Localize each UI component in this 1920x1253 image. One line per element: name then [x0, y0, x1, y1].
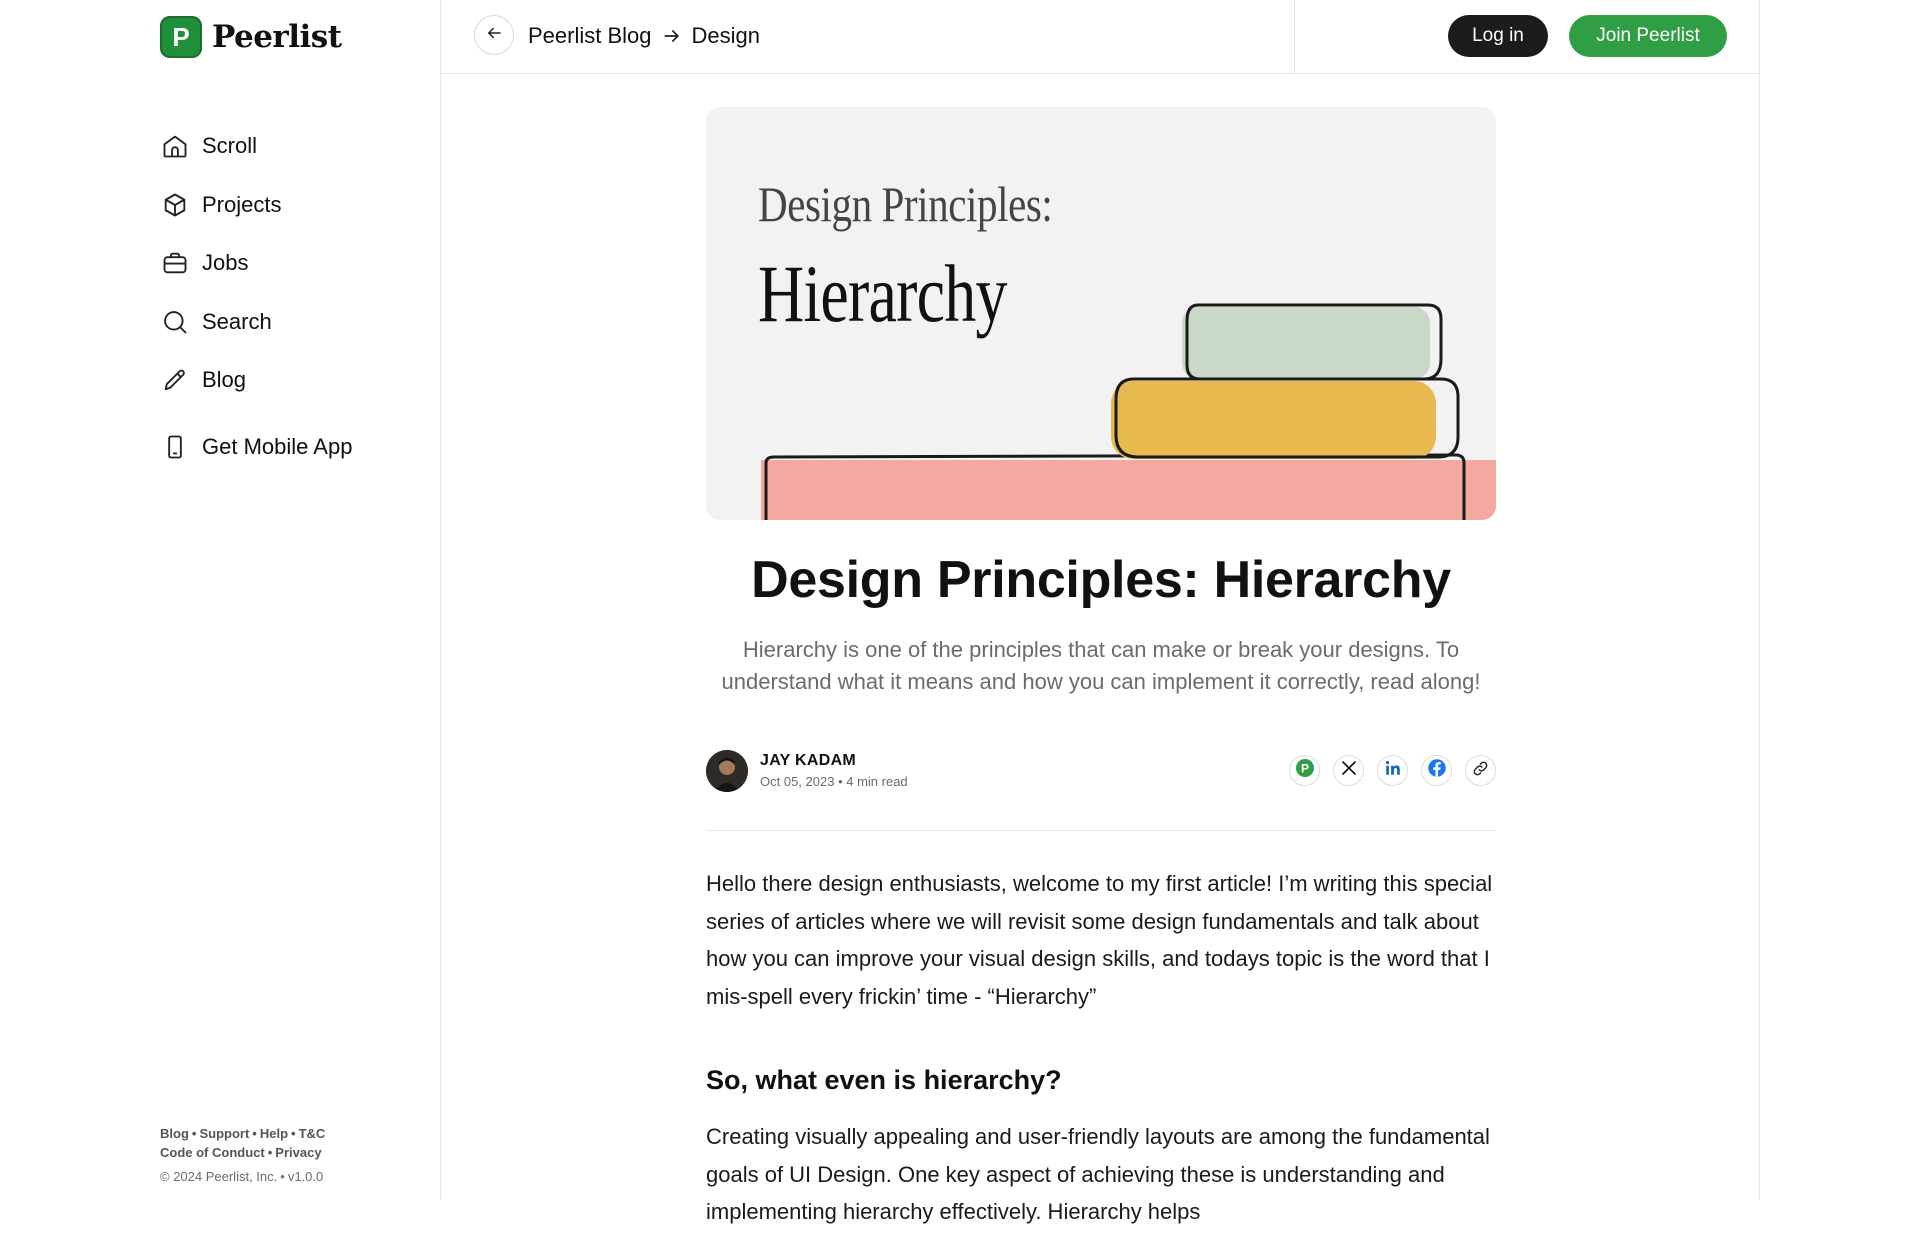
version-text: v1.0.0 — [287, 1169, 324, 1184]
footer-link-privacy[interactable]: Privacy — [275, 1145, 321, 1160]
share-linkedin-button[interactable] — [1377, 755, 1408, 786]
section-heading: So, what even is hierarchy? — [706, 1065, 1062, 1095]
search-icon — [160, 307, 190, 337]
arrow-right-icon — [662, 26, 682, 46]
sidebar-item-blog[interactable]: Blog — [160, 351, 352, 410]
footer-link-code-of-conduct[interactable]: Code of Conduct — [160, 1145, 265, 1160]
peerlist-logo-icon: P — [160, 16, 202, 58]
hero-line-2: Hierarchy — [758, 248, 1007, 339]
article-date: Oct 05, 2023 • 4 min read — [760, 774, 908, 789]
join-peerlist-button[interactable]: Join Peerlist — [1569, 15, 1727, 57]
header-divider — [1294, 0, 1295, 74]
sidebar-nav: Scroll Projects Jobs Search Blog Get Mob… — [160, 117, 352, 476]
article-subtitle: Hierarchy is one of the principles that … — [721, 637, 1481, 694]
sidebar-item-label: Projects — [202, 191, 282, 217]
footer-link-help[interactable]: Help — [260, 1126, 288, 1141]
home-icon — [160, 131, 190, 161]
linkedin-icon — [1384, 759, 1402, 782]
sidebar-item-projects[interactable]: Projects — [160, 176, 352, 235]
content-right-border — [1759, 0, 1760, 1200]
sidebar-item-label: Search — [202, 308, 272, 334]
breadcrumb-design[interactable]: Design — [692, 23, 760, 49]
share-peerlist-button[interactable]: P — [1289, 755, 1320, 786]
copyright-text: © 2024 Peerlist, Inc. — [160, 1169, 278, 1184]
brand-name: Peerlist — [212, 19, 342, 55]
sidebar-item-label: Get Mobile App — [202, 433, 353, 459]
meta-divider — [706, 830, 1496, 831]
author-avatar[interactable] — [706, 750, 748, 792]
sidebar-footer: Blog • Support • Help • T&C Code of Conduct • Pr… — [160, 1124, 325, 1186]
footer-copyright: © 2024 Peerlist, Inc. • v1.0.0 — [160, 1169, 324, 1184]
back-button[interactable] — [474, 15, 514, 55]
section-paragraph: Creating visually appealing and user-fri… — [706, 1124, 1490, 1225]
footer-link-tc[interactable]: T&C — [299, 1126, 326, 1141]
sidebar-item-label: Scroll — [202, 133, 258, 159]
article: Design Principles: Hierarchy Design Prin… — [706, 107, 1496, 1253]
footer-link-blog[interactable]: Blog — [160, 1126, 189, 1141]
article-title: Design Principles: Hierarchy — [751, 551, 1451, 609]
footer-links: Blog • Support • Help • T&C Code of Conduct • Pr… — [160, 1126, 326, 1160]
sidebar-item-search[interactable]: Search — [160, 293, 352, 352]
share-x-button[interactable] — [1333, 755, 1364, 786]
phone-icon — [160, 432, 190, 462]
date-text: Oct 05, 2023 — [760, 774, 835, 789]
article-intro: Hello there design enthusiasts, welcome … — [706, 871, 1493, 1009]
share-facebook-button[interactable] — [1421, 755, 1452, 786]
sidebar-item-label: Blog — [202, 367, 247, 393]
copy-link-button[interactable] — [1465, 755, 1496, 786]
get-mobile-app-link[interactable]: Get Mobile App — [160, 418, 352, 477]
link-icon — [1472, 760, 1489, 782]
svg-text:P: P — [1300, 762, 1308, 776]
arrow-left-icon — [485, 24, 503, 47]
article-meta: JAY KADAM Oct 05, 2023 • 4 min read P — [706, 750, 1496, 794]
briefcase-icon — [160, 248, 190, 278]
author-name[interactable]: JAY KADAM — [760, 752, 856, 770]
read-time: 4 min read — [846, 774, 908, 789]
login-button[interactable]: Log in — [1448, 15, 1548, 57]
pencil-icon — [160, 365, 190, 395]
sidebar-item-label: Jobs — [202, 250, 249, 276]
sidebar: P Peerlist Scroll Projects Jobs Search B… — [0, 0, 441, 1200]
peerlist-logo[interactable]: P Peerlist — [160, 16, 342, 58]
breadcrumb-peerlist-blog[interactable]: Peerlist Blog — [528, 23, 652, 49]
cube-icon — [160, 190, 190, 220]
x-icon — [1340, 759, 1358, 782]
facebook-icon — [1427, 758, 1447, 783]
sidebar-item-scroll[interactable]: Scroll — [160, 117, 352, 176]
breadcrumb: Peerlist Blog Design — [528, 23, 760, 49]
hero-image: Design Principles: Hierarchy — [706, 107, 1496, 520]
footer-link-support[interactable]: Support — [199, 1126, 249, 1141]
share-buttons: P — [1289, 755, 1496, 786]
sidebar-item-jobs[interactable]: Jobs — [160, 234, 352, 293]
hero-line-1: Design Principles: — [758, 176, 1053, 232]
peerlist-icon: P — [1295, 758, 1315, 783]
